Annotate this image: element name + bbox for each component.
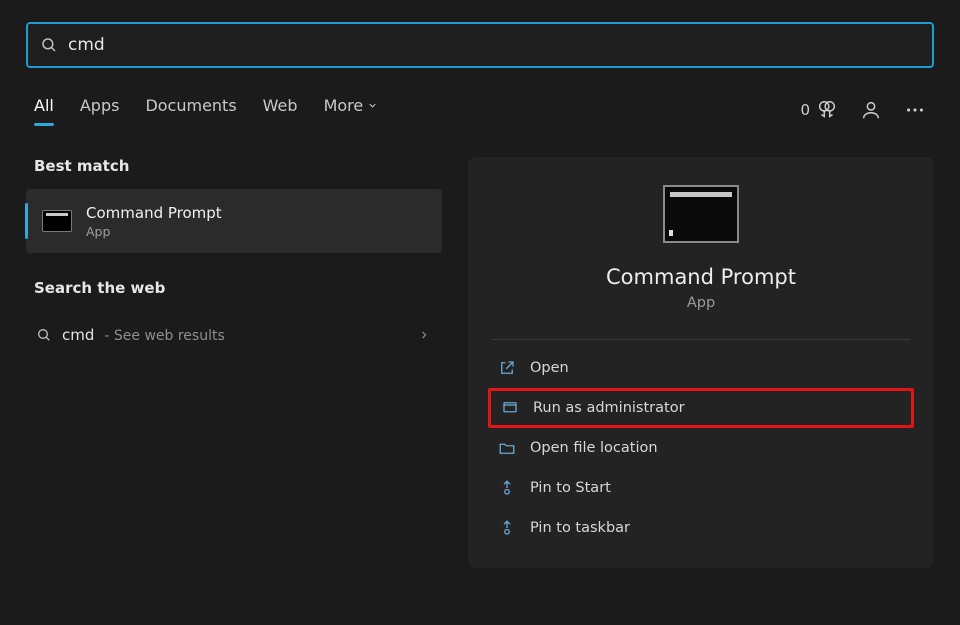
command-prompt-icon — [42, 210, 72, 232]
rewards-button[interactable]: 0 — [800, 99, 838, 121]
tab-web[interactable]: Web — [263, 96, 298, 123]
chevron-right-icon — [418, 329, 430, 341]
tab-more-label: More — [324, 96, 364, 115]
search-web-header: Search the web — [34, 279, 442, 297]
action-pin-taskbar-label: Pin to taskbar — [530, 520, 630, 536]
action-run-admin-label: Run as administrator — [533, 400, 685, 416]
best-match-header: Best match — [34, 157, 442, 175]
more-options-icon[interactable] — [904, 99, 926, 121]
action-open[interactable]: Open — [488, 348, 914, 388]
search-icon — [36, 327, 52, 343]
open-icon — [498, 359, 516, 377]
tab-all[interactable]: All — [34, 96, 54, 123]
detail-subtitle: App — [687, 295, 715, 311]
action-open-label: Open — [530, 360, 569, 376]
chevron-down-icon — [367, 100, 378, 111]
web-result-desc: - See web results — [104, 328, 224, 344]
folder-icon — [498, 439, 516, 457]
results-column: Best match Command Prompt App Search the… — [26, 157, 442, 568]
detail-app-icon — [663, 185, 739, 243]
action-run-as-administrator[interactable]: Run as administrator — [488, 388, 914, 428]
rewards-count: 0 — [800, 101, 810, 119]
search-icon — [40, 36, 58, 54]
shield-icon — [501, 399, 519, 417]
account-icon[interactable] — [860, 99, 882, 121]
search-box[interactable] — [26, 22, 934, 68]
best-match-title: Command Prompt — [86, 204, 222, 222]
search-input[interactable] — [68, 35, 920, 55]
best-match-subtitle: App — [86, 224, 222, 239]
rewards-icon — [816, 99, 838, 121]
action-open-file-location[interactable]: Open file location — [488, 428, 914, 468]
action-open-location-label: Open file location — [530, 440, 658, 456]
detail-pane: Command Prompt App Open Run as administr… — [468, 157, 934, 568]
detail-title: Command Prompt — [606, 265, 796, 289]
web-result[interactable]: cmd - See web results — [26, 311, 442, 359]
pin-icon — [498, 479, 516, 497]
filter-row: All Apps Documents Web More 0 — [26, 96, 934, 123]
action-pin-to-taskbar[interactable]: Pin to taskbar — [488, 508, 914, 548]
web-result-query: cmd — [62, 326, 94, 344]
tab-documents[interactable]: Documents — [145, 96, 236, 123]
tab-apps[interactable]: Apps — [80, 96, 120, 123]
tab-more[interactable]: More — [324, 96, 379, 123]
action-pin-to-start[interactable]: Pin to Start — [488, 468, 914, 508]
pin-icon — [498, 519, 516, 537]
divider — [492, 339, 910, 340]
action-pin-start-label: Pin to Start — [530, 480, 611, 496]
best-match-result[interactable]: Command Prompt App — [26, 189, 442, 253]
